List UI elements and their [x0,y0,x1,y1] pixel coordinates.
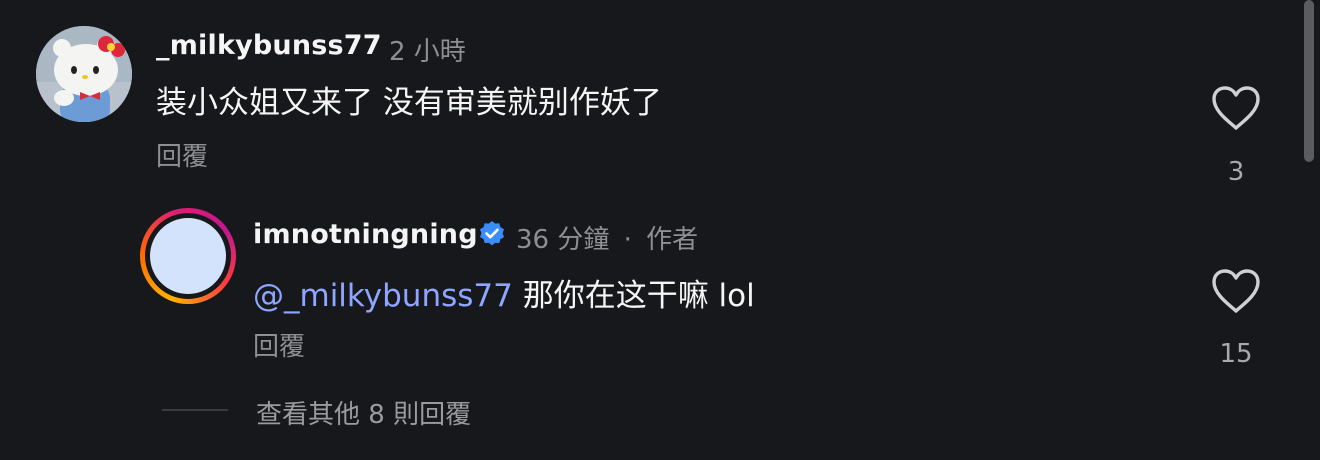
avatar-image [36,26,132,122]
comment-username[interactable]: _milkybunss77 [156,30,382,61]
comments-panel: _milkybunss77 2 小時 装小众姐又来了 没有审美就别作妖了 回覆 … [0,0,1320,460]
like-count: 3 [1227,157,1245,187]
author-badge: 作者 [646,225,699,255]
meta-separator: · [623,225,632,255]
scrollbar[interactable] [1304,0,1314,162]
reply-button[interactable]: 回覆 [156,136,208,173]
avatar-story-ring[interactable] [140,208,236,304]
reply-timestamp: 36 分鐘 · 作者 [516,219,698,256]
view-more-divider [162,409,228,411]
heart-icon[interactable] [1211,268,1261,314]
heart-icon[interactable] [1211,85,1261,131]
avatar[interactable] [36,26,132,122]
view-more-replies-button[interactable]: 查看其他 8 則回覆 [256,394,471,431]
avatar [150,218,226,294]
reply-username[interactable]: imnotningning [253,219,478,250]
mention-link[interactable]: @_milkybunss77 [253,278,513,314]
comment-text: 装小众姐又来了 没有审美就别作妖了 [156,85,662,121]
reply-time: 36 分鐘 [516,225,610,255]
reply-text-content: 那你在这干嘛 lol [512,278,755,314]
verified-badge-icon [480,221,504,246]
reply-button[interactable]: 回覆 [253,326,305,363]
comment-timestamp: 2 小時 [389,37,466,67]
reply-text: @_milkybunss77 那你在这干嘛 lol [253,270,755,315]
like-count: 15 [1219,339,1253,369]
